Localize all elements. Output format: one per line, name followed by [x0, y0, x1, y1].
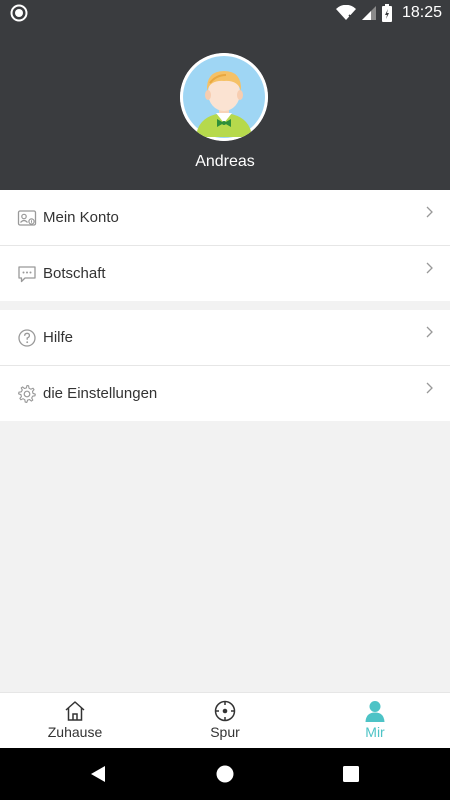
avatar[interactable] — [180, 53, 268, 141]
target-icon — [214, 700, 236, 722]
menu-group-support: Hilfe die Einstellungen — [0, 310, 450, 421]
gear-icon — [18, 384, 36, 403]
home-icon — [65, 701, 85, 721]
menu-item-message[interactable]: Botschaft — [0, 246, 450, 301]
home-circle-icon[interactable] — [216, 765, 234, 783]
menu-item-label: Mein Konto — [43, 209, 119, 226]
help-icon — [18, 328, 36, 347]
battery-icon — [381, 4, 392, 22]
tab-label: Spur — [210, 724, 240, 740]
tab-home[interactable]: Zuhause — [0, 693, 150, 749]
menu-item-label: Botschaft — [43, 265, 106, 282]
menu-group-account: Mein Konto Botschaft — [0, 190, 450, 301]
system-nav-bar — [0, 748, 450, 800]
profile-name: Andreas — [195, 153, 255, 170]
chevron-right-icon — [426, 206, 433, 218]
chevron-right-icon — [426, 262, 433, 274]
status-time: 18:25 — [401, 4, 442, 21]
recents-icon[interactable] — [343, 766, 359, 782]
tab-label: Mir — [365, 724, 385, 740]
signal-icon — [361, 6, 376, 20]
menu-item-settings[interactable]: die Einstellungen — [0, 366, 450, 421]
tab-track[interactable]: Spur — [150, 693, 300, 749]
id-card-icon — [17, 209, 37, 226]
chevron-right-icon — [426, 382, 433, 394]
bottom-tab-bar: Zuhause Spur Mir — [0, 692, 450, 749]
tab-me[interactable]: Mir — [300, 693, 450, 749]
menu-item-label: Hilfe — [43, 329, 74, 346]
menu-item-help[interactable]: Hilfe — [0, 310, 450, 366]
message-icon — [18, 265, 36, 282]
menu-item-label: die Einstellungen — [43, 385, 158, 402]
chevron-right-icon — [426, 326, 433, 338]
notification-dot-icon — [10, 4, 28, 22]
person-icon — [365, 701, 385, 722]
avatar-boy-icon — [180, 53, 268, 141]
back-icon[interactable] — [89, 765, 107, 783]
status-bar: 18:25 — [0, 0, 450, 26]
menu-item-my-account[interactable]: Mein Konto — [0, 190, 450, 246]
tab-label: Zuhause — [47, 724, 103, 740]
profile-header: Andreas — [0, 26, 450, 190]
wifi-icon — [335, 5, 356, 20]
